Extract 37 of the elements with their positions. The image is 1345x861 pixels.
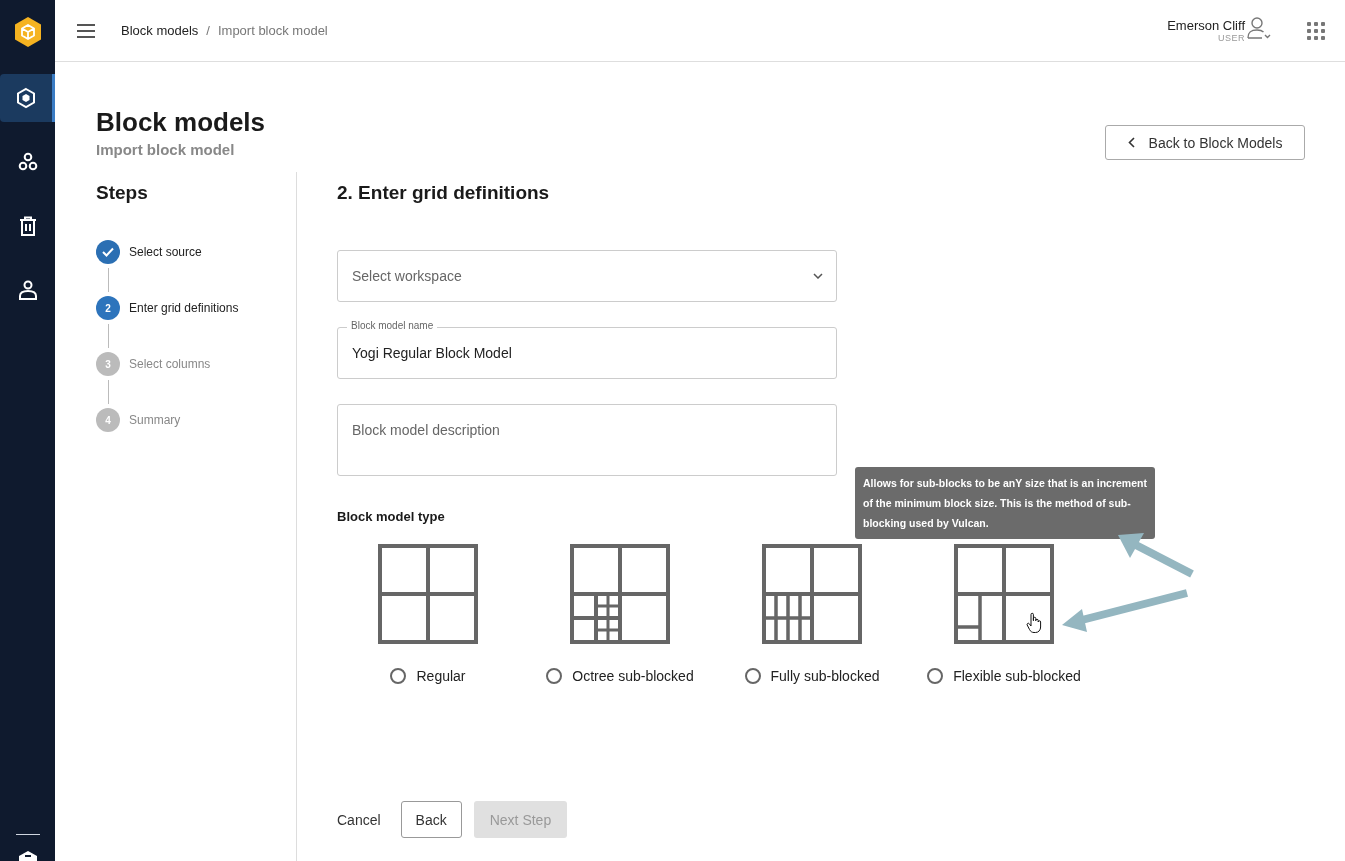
block-type-radio[interactable]: Fully sub-blocked [744,668,880,684]
workspace-select[interactable]: Select workspace [337,250,837,302]
cancel-button[interactable]: Cancel [329,801,389,838]
tooltip: Allows for sub-blocks to be anY size that is an increment of the minimum block size. This is the method of sub-blocking used by Vulcan. [855,467,1155,539]
user-role: USER [1218,33,1245,43]
step-number: 2 [96,296,120,320]
step-check-icon [96,240,120,264]
apps-grid-icon[interactable] [1307,21,1325,40]
chevron-down-icon [813,273,823,279]
back-to-list-button[interactable]: Back to Block Models [1105,125,1305,160]
step-label: Select columns [129,357,211,371]
chevron-left-icon [1127,137,1135,148]
back-button[interactable]: Back [400,801,462,838]
form-heading: 2. Enter grid definitions [337,181,551,205]
page-subtitle: Import block model [96,141,236,158]
block-model-type-label: Block model type [337,509,445,524]
block-model-nav-icon[interactable] [0,74,55,122]
block-type-radio[interactable]: Octree sub-blocked [546,668,694,684]
step-label: Select source [129,245,202,259]
breadcrumb-link[interactable]: Import block model [217,23,328,38]
step-label: Summary [129,413,181,427]
breadcrumb-link[interactable]: Block models [121,23,199,38]
user-name: Emerson Cliff [1167,18,1245,33]
block-type-radio[interactable]: Regular [390,668,466,684]
steps-heading: Steps [96,181,149,205]
description-field[interactable]: Block model description [337,404,837,476]
page-title: Block models [96,106,266,139]
block-type-radio[interactable]: Flexible sub-blocked [927,668,1081,684]
step-label: Enter grid definitions [129,301,239,315]
app-logo-icon[interactable] [12,16,43,46]
user-menu-icon[interactable] [1247,15,1273,42]
breadcrumb-separator: / [206,23,210,38]
hand-cursor-icon [1026,612,1042,634]
step-number: 3 [96,352,120,376]
step-number: 4 [96,408,120,432]
field-label: Block model name [347,320,438,332]
menu-icon[interactable] [76,23,96,38]
